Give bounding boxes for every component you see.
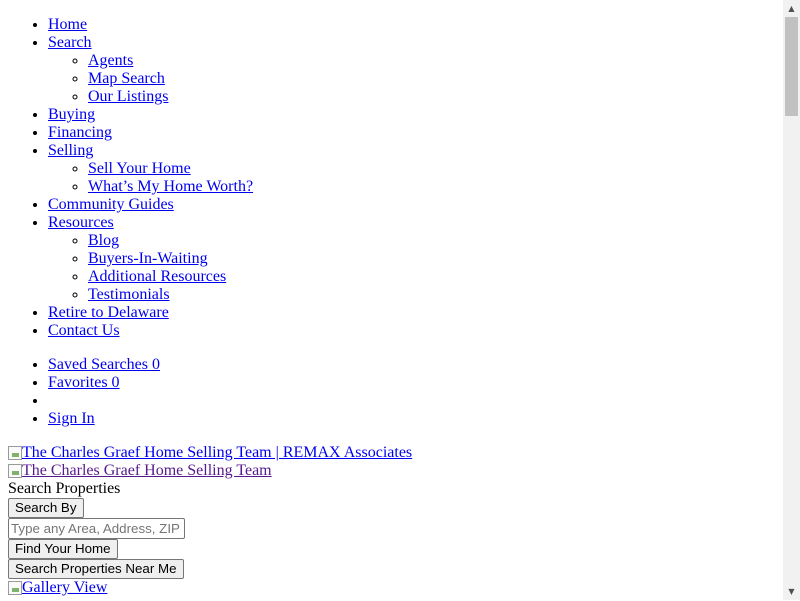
nav-link-contact-us[interactable]: Contact Us	[48, 322, 120, 339]
find-home-row: Find Your Home	[8, 539, 783, 559]
nav-link-community-guides[interactable]: Community Guides	[48, 196, 174, 213]
search-submenu: Agents Map Search Our Listings	[48, 52, 783, 106]
scroll-thumb[interactable]	[785, 17, 798, 116]
secondary-logo-link[interactable]: The Charles Graef Home Selling Team	[8, 462, 272, 480]
nav-link-sell-your-home[interactable]: Sell Your Home	[88, 160, 191, 177]
gallery-view-row: Gallery View	[8, 579, 783, 597]
nav-item-buying: Buying	[48, 106, 783, 124]
nav-link-testimonials[interactable]: Testimonials	[88, 286, 170, 303]
submenu-item: What’s My Home Worth?	[88, 178, 783, 196]
utility-item: Sign In	[48, 410, 783, 428]
submenu-item: Agents	[88, 52, 783, 70]
nav-link-financing[interactable]: Financing	[48, 124, 112, 141]
utility-item-empty	[48, 392, 783, 410]
broken-image-icon	[8, 581, 22, 595]
utility-item: Saved Searches 0	[48, 356, 783, 374]
search-properties-title: Search Properties	[8, 480, 121, 497]
nav-link-our-listings[interactable]: Our Listings	[88, 88, 168, 105]
main-logo-row: The Charles Graef Home Selling Team | RE…	[8, 444, 783, 462]
gallery-view-alt: Gallery View	[22, 579, 108, 596]
saved-searches-link[interactable]: Saved Searches 0	[48, 356, 160, 373]
find-your-home-button[interactable]: Find Your Home	[8, 539, 118, 559]
submenu-item: Testimonials	[88, 286, 783, 304]
search-input[interactable]	[8, 518, 185, 539]
broken-image-icon	[8, 446, 22, 460]
nav-item-financing: Financing	[48, 124, 783, 142]
scroll-down-arrow-icon[interactable]: ▼	[783, 583, 800, 600]
nav-item-selling: Selling Sell Your Home What’s My Home Wo…	[48, 142, 783, 196]
search-input-row	[8, 518, 783, 539]
main-nav: Home Search Agents Map Search Our Listin…	[8, 16, 783, 340]
secondary-logo-alt: The Charles Graef Home Selling Team	[22, 462, 272, 479]
nav-link-blog[interactable]: Blog	[88, 232, 119, 249]
secondary-logo-row: The Charles Graef Home Selling Team	[8, 462, 783, 480]
submenu-item: Buyers-In-Waiting	[88, 250, 783, 268]
main-logo-link[interactable]: The Charles Graef Home Selling Team | RE…	[8, 444, 412, 462]
main-logo-alt: The Charles Graef Home Selling Team | RE…	[22, 444, 413, 461]
nav-link-resources[interactable]: Resources	[48, 214, 114, 231]
scroll-up-arrow-icon[interactable]: ▲	[783, 0, 800, 17]
submenu-item: Additional Resources	[88, 268, 783, 286]
nav-item-home: Home	[48, 16, 783, 34]
submenu-item: Sell Your Home	[88, 160, 783, 178]
resources-submenu: Blog Buyers-In-Waiting Additional Resour…	[48, 232, 783, 304]
gallery-view-link[interactable]: Gallery View	[8, 579, 107, 597]
nav-link-selling[interactable]: Selling	[48, 142, 93, 159]
nav-item-community: Community Guides	[48, 196, 783, 214]
sign-in-link[interactable]: Sign In	[48, 410, 95, 427]
nav-link-agents[interactable]: Agents	[88, 52, 133, 69]
vertical-scrollbar[interactable]: ▲ ▼	[783, 0, 800, 600]
nav-link-additional-resources[interactable]: Additional Resources	[88, 268, 226, 285]
nav-link-buyers-in-waiting[interactable]: Buyers-In-Waiting	[88, 250, 208, 267]
nav-link-buying[interactable]: Buying	[48, 106, 95, 123]
near-me-row: Search Properties Near Me	[8, 559, 783, 579]
search-near-me-button[interactable]: Search Properties Near Me	[8, 559, 184, 579]
nav-link-map-search[interactable]: Map Search	[88, 70, 165, 87]
nav-item-search: Search Agents Map Search Our Listings	[48, 34, 783, 106]
nav-item-retire: Retire to Delaware	[48, 304, 783, 322]
favorites-link[interactable]: Favorites 0	[48, 374, 120, 391]
search-by-row: Search By	[8, 498, 783, 518]
nav-link-home[interactable]: Home	[48, 16, 87, 33]
nav-link-search[interactable]: Search	[48, 34, 92, 51]
submenu-item: Blog	[88, 232, 783, 250]
broken-image-icon	[8, 464, 22, 478]
submenu-item: Map Search	[88, 70, 783, 88]
page: Home Search Agents Map Search Our Listin…	[0, 0, 783, 600]
selling-submenu: Sell Your Home What’s My Home Worth?	[48, 160, 783, 196]
submenu-item: Our Listings	[88, 88, 783, 106]
nav-link-home-worth[interactable]: What’s My Home Worth?	[88, 178, 253, 195]
nav-link-retire-to-delaware[interactable]: Retire to Delaware	[48, 304, 169, 321]
nav-item-contact: Contact Us	[48, 322, 783, 340]
utility-item: Favorites 0	[48, 374, 783, 392]
utility-nav: Saved Searches 0 Favorites 0 Sign In	[8, 356, 783, 428]
search-by-button[interactable]: Search By	[8, 498, 84, 518]
nav-item-resources: Resources Blog Buyers-In-Waiting Additio…	[48, 214, 783, 304]
